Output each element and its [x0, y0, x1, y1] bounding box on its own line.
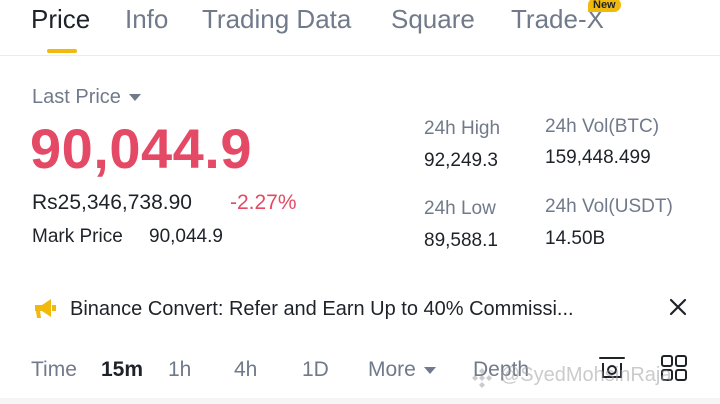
tabs-divider	[0, 55, 720, 56]
tab-square[interactable]: Square	[391, 4, 475, 35]
vol-btc-value: 159,448.499	[545, 147, 651, 168]
interval-4h[interactable]: 4h	[234, 358, 257, 382]
vol-usdt-label: 24h Vol(USDT)	[545, 196, 673, 217]
binance-logo-icon	[472, 368, 492, 388]
bottom-divider	[0, 398, 720, 404]
interval-1d[interactable]: 1D	[302, 358, 329, 382]
close-icon[interactable]	[666, 295, 690, 319]
active-tab-indicator	[47, 49, 77, 53]
caret-down-icon	[128, 94, 141, 102]
interval-more-dropdown[interactable]: More	[368, 358, 436, 382]
interval-1h[interactable]: 1h	[168, 358, 191, 382]
vol-btc-label: 24h Vol(BTC)	[545, 116, 660, 137]
more-label: More	[368, 358, 416, 381]
announcement-text[interactable]: Binance Convert: Refer and Earn Up to 40…	[70, 298, 574, 321]
watermark-text: @SyedMohsinRaja	[500, 364, 672, 386]
announcement-banner: Binance Convert: Refer and Earn Up to 40…	[0, 288, 720, 332]
high-24h-value: 92,249.3	[424, 150, 498, 171]
low-24h-value: 89,588.1	[424, 230, 498, 251]
tab-info[interactable]: Info	[125, 4, 168, 35]
high-24h-label: 24h High	[424, 118, 501, 139]
price-change-percent: -2.27%	[230, 191, 297, 214]
price-type-label: Last Price	[32, 86, 121, 108]
tab-price[interactable]: Price	[31, 4, 90, 35]
local-currency-price: Rs25,346,738.90	[32, 191, 192, 214]
interval-time[interactable]: Time	[31, 358, 77, 382]
mark-price-label: Mark Price	[32, 226, 123, 247]
caret-down-icon	[423, 366, 436, 374]
last-price-value: 90,044.9	[30, 117, 252, 180]
price-type-selector[interactable]: Last Price	[32, 86, 141, 109]
megaphone-icon	[35, 299, 56, 318]
tab-trading-data[interactable]: Trading Data	[202, 4, 351, 35]
new-badge: New	[588, 0, 621, 12]
top-tab-bar: Price Info Trading Data Square Trade-X N…	[0, 0, 720, 56]
vol-usdt-value: 14.50B	[545, 228, 606, 249]
interval-15m[interactable]: 15m	[101, 358, 143, 382]
mark-price-value: 90,044.9	[149, 226, 223, 247]
low-24h-label: 24h Low	[424, 198, 496, 219]
